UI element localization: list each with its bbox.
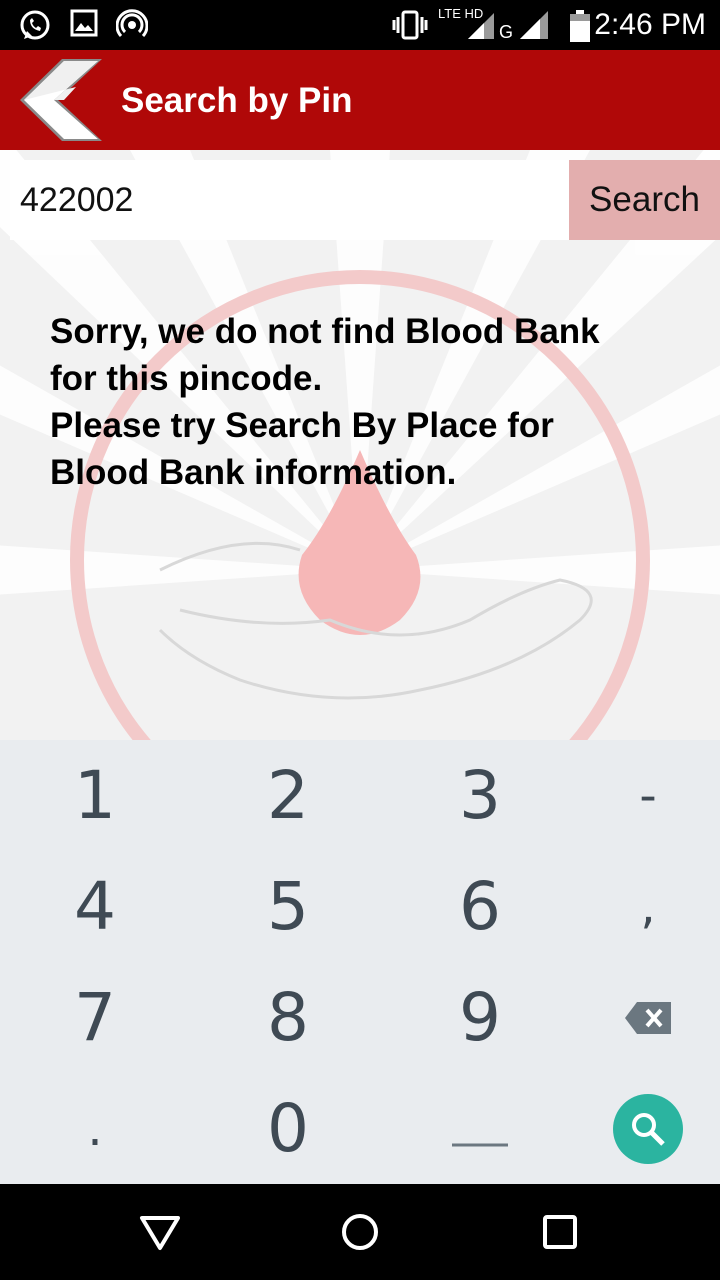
message-line: Blood Bank information. [50,453,457,492]
keyboard-search-button[interactable] [613,1093,683,1164]
key-7[interactable]: 7 [5,962,185,1073]
status-bar: LTE HD G 2:46 PM [0,0,720,50]
battery-icon [570,10,590,42]
numeric-keyboard: 1 2 3 - 4 5 6 , 7 8 9 . 0 [0,740,720,1184]
key-backspace[interactable] [558,962,720,1073]
recents-square-icon[interactable] [532,1204,588,1260]
key-0[interactable]: 0 [198,1073,378,1184]
message-line: Sorry, we do not find Blood Bank [50,312,600,351]
whatsapp-icon [20,10,50,40]
key-4[interactable]: 4 [5,851,185,962]
backspace-icon [625,1001,671,1034]
key-space[interactable] [390,1073,570,1184]
key-2[interactable]: 2 [198,740,378,851]
key-search[interactable] [558,1073,720,1184]
signal-strength-icon [520,11,548,39]
search-row: Search [10,160,720,240]
magnifier-icon [632,1112,665,1146]
search-button[interactable]: Search [569,160,720,240]
content-area: Search Sorry, we do not find Blood Bank … [0,150,720,740]
no-result-message: Sorry, we do not find Blood Bank for thi… [50,308,670,496]
key-dot[interactable]: . [5,1073,185,1184]
vibrate-icon [392,10,428,40]
network-secondary-label: G [499,22,514,42]
signal-icon [468,13,494,39]
key-1[interactable]: 1 [5,740,185,851]
key-6[interactable]: 6 [390,851,570,962]
key-3[interactable]: 3 [390,740,570,851]
message-line: for this pincode. [50,359,323,398]
key-dash[interactable]: - [558,740,720,851]
home-circle-icon[interactable] [332,1204,388,1260]
pincode-input[interactable] [10,160,569,240]
navigation-bar [0,1184,720,1280]
back-arrow-icon[interactable] [18,59,104,141]
page-title: Search by Pin [121,81,353,120]
back-triangle-icon[interactable] [132,1204,188,1260]
image-icon [70,9,98,37]
app-bar: Search by Pin [0,50,720,150]
message-line: Please try Search By Place for [50,406,554,445]
key-9[interactable]: 9 [390,962,570,1073]
clock: 2:46 PM [594,8,706,41]
hotspot-icon [116,9,148,38]
space-icon [452,1143,508,1146]
key-8[interactable]: 8 [198,962,378,1073]
key-comma[interactable]: , [558,851,720,962]
key-5[interactable]: 5 [198,851,378,962]
